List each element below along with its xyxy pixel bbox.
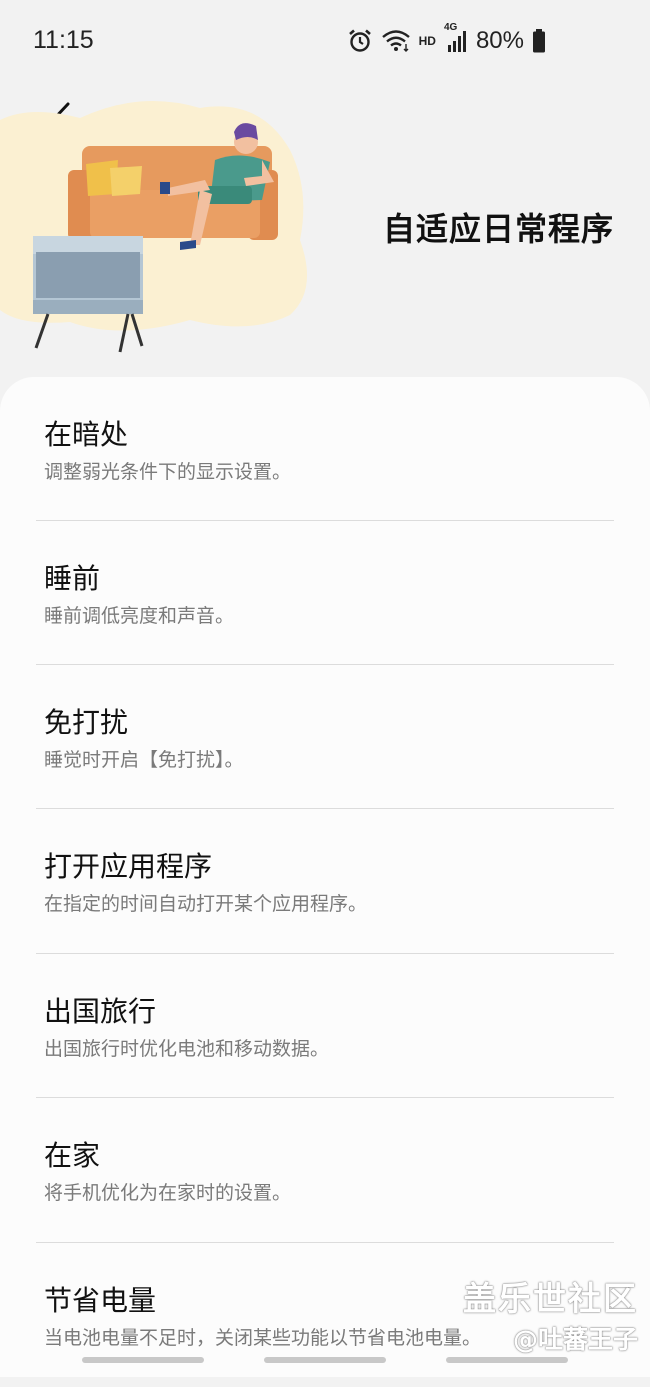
routine-title: 打开应用程序 bbox=[44, 850, 213, 883]
routine-item-open-app[interactable]: 打开应用程序 在指定的时间自动打开某个应用程序。 bbox=[0, 809, 650, 953]
hero-illustration bbox=[0, 90, 320, 360]
battery-icon bbox=[532, 28, 546, 54]
battery-percent: 80% bbox=[475, 27, 524, 54]
routine-description: 调整弱光条件下的显示设置。 bbox=[44, 461, 292, 483]
routine-item-dark-place[interactable]: 在暗处 调整弱光条件下的显示设置。 bbox=[0, 377, 650, 521]
page-title: 自适应日常程序 bbox=[383, 210, 615, 248]
routine-title: 免打扰 bbox=[44, 706, 129, 739]
signal-icon: 4G bbox=[444, 22, 468, 54]
network-type: 4G bbox=[443, 22, 458, 33]
watermark-user: @吐蕃王子 bbox=[512, 1325, 638, 1354]
routine-title: 睡前 bbox=[44, 562, 101, 595]
routine-description: 当电池电量不足时，关闭某些功能以节省电池电量。 bbox=[44, 1327, 482, 1349]
routine-title: 在暗处 bbox=[44, 418, 129, 451]
status-bar: 11:15 HD 4G 80% bbox=[0, 0, 650, 84]
routines-card: 在暗处 调整弱光条件下的显示设置。 睡前 睡前调低亮度和声音。 免打扰 睡觉时开… bbox=[0, 377, 650, 1377]
alarm-icon bbox=[347, 28, 373, 54]
status-icons: HD 4G 80% bbox=[347, 22, 546, 58]
routine-title: 节省电量 bbox=[44, 1284, 157, 1317]
routine-title: 在家 bbox=[44, 1139, 101, 1172]
routine-description: 在指定的时间自动打开某个应用程序。 bbox=[44, 893, 368, 915]
hd-label: HD bbox=[418, 34, 436, 48]
routine-item-do-not-disturb[interactable]: 免打扰 睡觉时开启【免打扰】。 bbox=[0, 665, 650, 809]
routine-description: 睡前调低亮度和声音。 bbox=[44, 605, 235, 627]
watermark: 盖乐世社区 @吐蕃王子 bbox=[463, 1272, 638, 1356]
routine-description: 出国旅行时优化电池和移动数据。 bbox=[44, 1038, 330, 1060]
nav-home-button[interactable] bbox=[264, 1357, 386, 1363]
nav-recents-button[interactable] bbox=[82, 1357, 204, 1363]
routine-item-at-home[interactable]: 在家 将手机优化为在家时的设置。 bbox=[0, 1098, 650, 1242]
status-time: 11:15 bbox=[33, 26, 94, 54]
routine-description: 睡觉时开启【免打扰】。 bbox=[44, 749, 244, 771]
routine-title: 出国旅行 bbox=[44, 995, 157, 1028]
wifi-icon bbox=[381, 29, 411, 53]
navigation-bar bbox=[0, 1352, 650, 1372]
nav-back-button[interactable] bbox=[446, 1357, 568, 1363]
routine-item-bedtime[interactable]: 睡前 睡前调低亮度和声音。 bbox=[0, 521, 650, 665]
routine-item-travel-abroad[interactable]: 出国旅行 出国旅行时优化电池和移动数据。 bbox=[0, 954, 650, 1098]
routine-description: 将手机优化为在家时的设置。 bbox=[44, 1182, 292, 1204]
watermark-community: 盖乐世社区 bbox=[463, 1279, 638, 1318]
